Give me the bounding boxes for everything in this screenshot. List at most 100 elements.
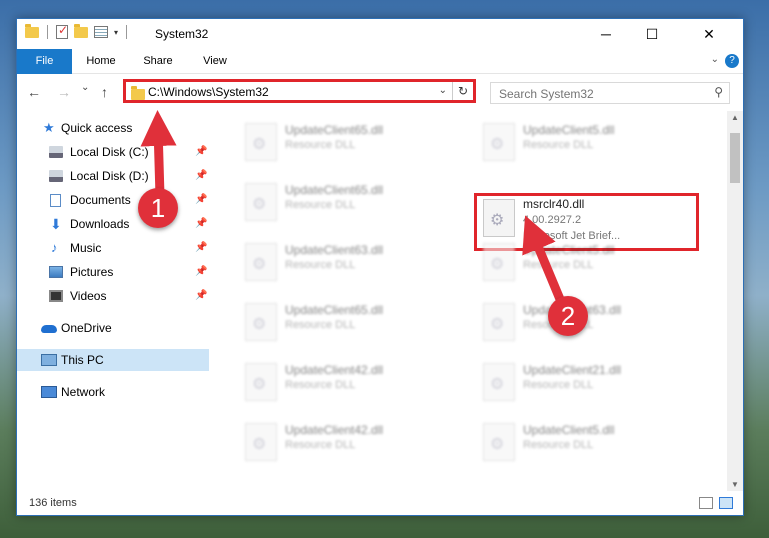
list-item[interactable]: UpdateClient21.dll Resource DLL	[473, 357, 693, 407]
sidebar-item-quick-access[interactable]: ★ Quick access	[17, 117, 209, 139]
properties-check-icon[interactable]	[56, 23, 68, 39]
file-type: Resource DLL	[285, 259, 356, 271]
up-arrow-icon[interactable]: ↑	[101, 84, 108, 100]
list-item[interactable]: UpdateClient65.dll Resource DLL	[235, 117, 455, 167]
disk-icon	[49, 170, 63, 182]
properties-icon[interactable]	[94, 26, 108, 38]
expand-ribbon-icon[interactable]: ⌄	[711, 54, 719, 65]
file-type: Resource DLL	[285, 439, 356, 451]
search-box[interactable]: ⚲	[490, 82, 730, 104]
sidebar-item-label: Quick access	[61, 121, 133, 135]
list-item[interactable]: UpdateClient65.dll Resource DLL	[235, 177, 455, 227]
sidebar-item-label: This PC	[61, 353, 104, 367]
dll-file-icon	[483, 123, 515, 161]
pin-icon[interactable]: 📌	[195, 261, 207, 283]
file-name: UpdateClient65.dll	[285, 123, 384, 137]
file-name: UpdateClient5.dll	[523, 243, 615, 257]
minimize-button[interactable]: ─	[583, 19, 629, 49]
tab-view[interactable]: View	[193, 49, 237, 73]
recent-locations-icon[interactable]: ⌄	[81, 82, 89, 93]
ribbon-tabs: File Home Share View ⌄ ?	[17, 49, 743, 99]
scrollbar-thumb[interactable]	[730, 133, 740, 183]
sidebar-item-label: Documents	[70, 193, 131, 207]
maximize-button[interactable]: ☐	[629, 19, 675, 49]
sidebar-item-onedrive[interactable]: OneDrive	[17, 317, 209, 339]
sidebar-item-downloads[interactable]: ⬇ Downloads 📌	[17, 213, 209, 235]
star-icon: ★	[43, 120, 55, 135]
dll-file-icon	[483, 303, 515, 341]
sidebar-item-this-pc[interactable]: This PC	[17, 349, 209, 371]
sidebar-item-label: Pictures	[70, 265, 114, 279]
sidebar-item-videos[interactable]: Videos 📌	[17, 285, 209, 307]
scroll-down-icon[interactable]: ▼	[731, 480, 739, 489]
help-icon[interactable]: ?	[725, 54, 739, 68]
sidebar-item-music[interactable]: ♪ Music 📌	[17, 237, 209, 259]
sidebar-item-local-disk-d[interactable]: Local Disk (D:) 📌	[17, 165, 209, 187]
step-1-badge: 1	[138, 188, 178, 228]
sidebar-item-pictures[interactable]: Pictures 📌	[17, 261, 209, 283]
sidebar-item-label: Local Disk (D:)	[70, 169, 149, 183]
scroll-up-icon[interactable]: ▲	[731, 113, 739, 122]
disk-icon	[49, 146, 63, 158]
file-type: Resource DLL	[285, 139, 356, 151]
status-bar: 136 items	[17, 491, 743, 515]
navigation-pane: ★ Quick access Local Disk (C:) 📌 Local D…	[17, 111, 211, 491]
folder-icon[interactable]	[25, 23, 39, 38]
sidebar-item-label: Music	[70, 241, 102, 255]
pin-icon[interactable]: 📌	[195, 237, 207, 259]
address-path[interactable]: C:\Windows\System32	[148, 85, 269, 99]
vertical-scrollbar[interactable]: ▲ ▼	[727, 111, 743, 491]
refresh-icon[interactable]: ↻	[452, 82, 473, 100]
new-folder-icon[interactable]	[74, 23, 88, 38]
list-item[interactable]: UpdateClient42.dll Resource DLL	[235, 357, 455, 407]
sidebar-item-documents[interactable]: Documents 📌	[17, 189, 209, 211]
list-item[interactable]: UpdateClient65.dll Resource DLL	[235, 297, 455, 347]
list-item[interactable]: UpdateClient63.dll Resource DLL	[235, 237, 455, 287]
pin-icon[interactable]: 📌	[195, 141, 207, 163]
customize-toolbar-icon[interactable]: ▾	[114, 28, 118, 37]
file-name: UpdateClient21.dll	[523, 363, 622, 377]
file-explorer-window: ▾ System32 ─ ☐ ✕ File Home Share View ⌄ …	[16, 18, 744, 516]
item-count: 136 items	[29, 497, 77, 509]
file-type: Resource DLL	[285, 319, 356, 331]
large-icons-view-icon[interactable]	[719, 497, 733, 509]
sidebar-item-label: OneDrive	[61, 321, 112, 335]
search-icon[interactable]: ⚲	[714, 85, 723, 99]
dll-file-icon	[245, 303, 277, 341]
cloud-icon	[41, 325, 57, 333]
address-bar[interactable]: C:\Windows\System32 ⌄ ↻	[123, 79, 476, 103]
dll-file-icon	[483, 363, 515, 401]
tab-share[interactable]: Share	[135, 49, 181, 73]
tab-home[interactable]: Home	[79, 49, 123, 73]
forward-arrow-icon[interactable]: →	[57, 84, 71, 100]
pin-icon[interactable]: 📌	[195, 213, 207, 235]
sidebar-item-label: Downloads	[70, 217, 130, 231]
file-name: UpdateClient42.dll	[285, 423, 384, 437]
list-item[interactable]: UpdateClient42.dll Resource DLL	[235, 417, 455, 467]
list-item[interactable]: UpdateClient5.dll Resource DLL	[473, 117, 693, 167]
search-input[interactable]	[497, 84, 711, 104]
divider	[126, 25, 128, 39]
details-view-icon[interactable]	[699, 497, 713, 509]
sidebar-item-local-disk-c[interactable]: Local Disk (C:) 📌	[17, 141, 209, 163]
pin-icon[interactable]: 📌	[195, 165, 207, 187]
pin-icon[interactable]: 📌	[195, 189, 207, 211]
file-name: UpdateClient63.dll	[285, 243, 384, 257]
dll-file-icon	[245, 363, 277, 401]
file-type: Resource DLL	[523, 379, 594, 391]
list-item[interactable]: UpdateClient5.dll Resource DLL	[473, 237, 693, 287]
close-button[interactable]: ✕	[675, 19, 743, 49]
list-item[interactable]: UpdateClient5.dll Resource DLL	[473, 417, 693, 467]
sidebar-item-label: Videos	[70, 289, 107, 303]
sidebar-item-label: Network	[61, 385, 106, 399]
sidebar-item-network[interactable]: Network	[17, 381, 209, 403]
file-type: Resource DLL	[523, 439, 594, 451]
dll-file-icon	[245, 123, 277, 161]
pin-icon[interactable]: 📌	[195, 285, 207, 307]
address-dropdown-icon[interactable]: ⌄	[439, 85, 447, 96]
file-name: UpdateClient5.dll	[523, 123, 615, 137]
back-arrow-icon[interactable]: ←	[27, 84, 41, 100]
file-type: Resource DLL	[285, 379, 356, 391]
videos-icon	[49, 290, 63, 302]
network-icon	[41, 386, 57, 398]
